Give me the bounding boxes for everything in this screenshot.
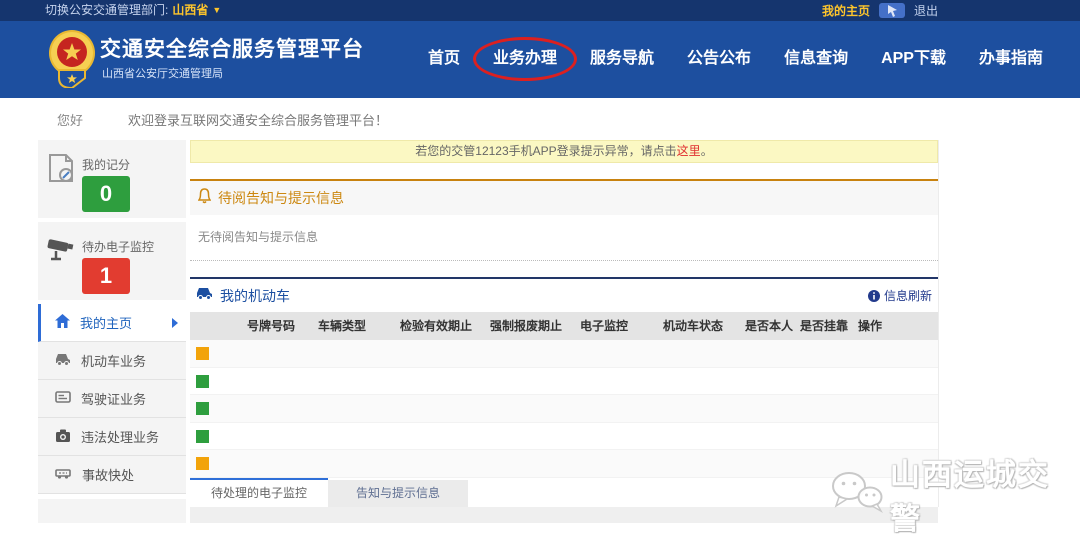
blue-car-icon: [196, 287, 213, 305]
monitor-label: 待办电子监控: [82, 240, 155, 254]
welcome-message: 欢迎登录互联网交通安全综合服务管理平台！: [128, 113, 389, 128]
row-status-square: [196, 402, 209, 416]
accident-car-icon: [55, 467, 72, 482]
col-is-owner: 是否本人: [745, 319, 794, 333]
table-row: [190, 340, 938, 368]
welcome-bar: 您好 欢迎登录互联网交通安全综合服务管理平台！: [0, 98, 1080, 136]
sidebar-item-label: 事故快处: [82, 468, 135, 483]
tab-notifications[interactable]: 告知与提示信息: [328, 480, 468, 507]
sidebar-menu: 我的主页 机动车业务 驾驶证业务 违法处理业务 事故快处: [38, 304, 186, 494]
alerts-empty-text: 无待阅告知与提示信息: [190, 215, 938, 261]
my-home-link[interactable]: 我的主页: [822, 2, 870, 19]
bell-icon: [197, 187, 212, 209]
vehicles-table-header: 号牌号码 车辆类型 检验有效期止 强制报废期止 电子监控 机动车状态 是否本人 …: [190, 312, 938, 340]
sidebar-item-my-home[interactable]: 我的主页: [38, 304, 186, 342]
id-card-icon: [55, 391, 71, 406]
col-scrap-deadline: 强制报废期止: [490, 319, 563, 333]
refresh-label: 信息刷新: [883, 289, 932, 303]
sidebar-item-label: 机动车业务: [81, 354, 147, 369]
arrow-right-icon: [172, 317, 178, 328]
score-badge[interactable]: 0: [82, 176, 130, 212]
logout-link[interactable]: 退出: [914, 2, 938, 19]
col-is-affiliated: 是否挂靠: [800, 319, 849, 333]
row-status-square: [196, 457, 209, 471]
nav-app-download[interactable]: APP下载: [881, 46, 946, 72]
camera-icon: [55, 429, 71, 445]
region-selector[interactable]: 山西省: [172, 0, 208, 21]
nav-announcements[interactable]: 公告公布: [687, 46, 751, 72]
nav-service-guide[interactable]: 服务导航: [590, 46, 654, 72]
alerts-section-title: 待阅告知与提示信息: [218, 190, 344, 206]
surveillance-camera-icon: [46, 235, 76, 270]
col-inspection-expiry: 检验有效期止: [400, 319, 473, 333]
sidebar-item-violation-business[interactable]: 违法处理业务: [38, 418, 186, 456]
topbar: 切换公安交通管理部门: 山西省 ▼ 我的主页 退出: [0, 0, 1080, 21]
switch-department-label: 切换公安交通管理部门:: [45, 3, 169, 17]
sidebar-item-accident-quick-handle[interactable]: 事故快处: [38, 456, 186, 494]
bottom-band: [190, 507, 938, 523]
notice-suffix: 。: [700, 144, 713, 158]
notice-text: 若您的交管12123手机APP登录提示异常，请点击: [415, 144, 677, 158]
col-vehicle-type: 车辆类型: [318, 319, 367, 333]
sidebar-item-license-business[interactable]: 驾驶证业务: [38, 380, 186, 418]
nav-home[interactable]: 首页: [428, 46, 460, 72]
car-icon: [55, 353, 71, 369]
col-plate-number: 号牌号码: [247, 319, 296, 333]
bottom-tabs: 待处理的电子监控 告知与提示信息: [190, 478, 468, 507]
alerts-section-header: 待阅告知与提示信息: [190, 181, 938, 215]
sidebar-item-label: 违法处理业务: [81, 430, 160, 445]
home-icon: [55, 314, 70, 331]
sidebar-item-label: 我的主页: [80, 316, 133, 331]
nav-info-query[interactable]: 信息查询: [784, 46, 848, 72]
police-badge-logo: [46, 28, 98, 93]
col-e-monitoring: 电子监控: [580, 319, 629, 333]
nav-business-handling[interactable]: 业务办理: [473, 37, 578, 81]
table-row: [190, 395, 938, 423]
chevron-down-icon[interactable]: ▼: [212, 0, 221, 21]
score-panel: 我的记分 0: [38, 140, 186, 218]
row-status-square: [196, 374, 209, 388]
row-status-square: [196, 347, 209, 360]
info-icon: [867, 289, 880, 302]
wechat-icon: [828, 468, 886, 521]
row-status-square: [196, 429, 209, 443]
vehicles-section: 我的机动车 信息刷新 号牌号码 车辆类型 检验有效期止 强制报废期止 电子监控 …: [190, 277, 938, 478]
table-row: [190, 422, 938, 451]
tab-pending-e-monitoring[interactable]: 待处理的电子监控: [190, 478, 328, 507]
page-subtitle: 山西省公安厅交通管理局: [102, 68, 223, 80]
cursor-pointer-icon: [879, 3, 906, 18]
score-document-icon: [46, 153, 76, 190]
sidebar-footer: [38, 499, 186, 523]
monitor-panel: 待办电子监控 1: [38, 222, 186, 300]
nav-work-guide[interactable]: 办事指南: [979, 46, 1043, 72]
watermark: 山西运城交警: [828, 450, 1080, 538]
sidebar-item-label: 驾驶证业务: [81, 392, 147, 407]
nav-business-handling-label: 业务办理: [493, 50, 558, 67]
col-vehicle-status: 机动车状态: [663, 319, 724, 333]
watermark-text: 山西运城交警: [890, 459, 1050, 536]
col-actions: 操作: [858, 319, 883, 333]
alerts-section: 待阅告知与提示信息 无待阅告知与提示信息: [190, 179, 938, 261]
monitor-badge[interactable]: 1: [82, 258, 130, 294]
app-header: 交通安全综合服务管理平台 山西省公安厅交通管理局 首页 业务办理 服务导航 公告…: [0, 21, 1080, 98]
page-title: 交通安全综合服务管理平台: [100, 38, 364, 61]
sidebar-item-vehicle-business[interactable]: 机动车业务: [38, 342, 186, 380]
table-row: [190, 367, 938, 396]
notice-link[interactable]: 这里: [677, 144, 701, 158]
main-nav: 首页 业务办理 服务导航 公告公布 信息查询 APP下载 办事指南: [428, 37, 1043, 81]
score-label: 我的记分: [82, 158, 131, 172]
vehicles-section-header: 我的机动车 信息刷新: [190, 279, 938, 312]
vehicles-section-title: 我的机动车: [220, 287, 290, 304]
notice-bar: 若您的交管12123手机APP登录提示异常，请点击这里。: [190, 140, 938, 163]
refresh-button[interactable]: 信息刷新: [867, 287, 932, 304]
table-row: [190, 450, 938, 478]
greeting-text: 您好: [57, 113, 84, 128]
